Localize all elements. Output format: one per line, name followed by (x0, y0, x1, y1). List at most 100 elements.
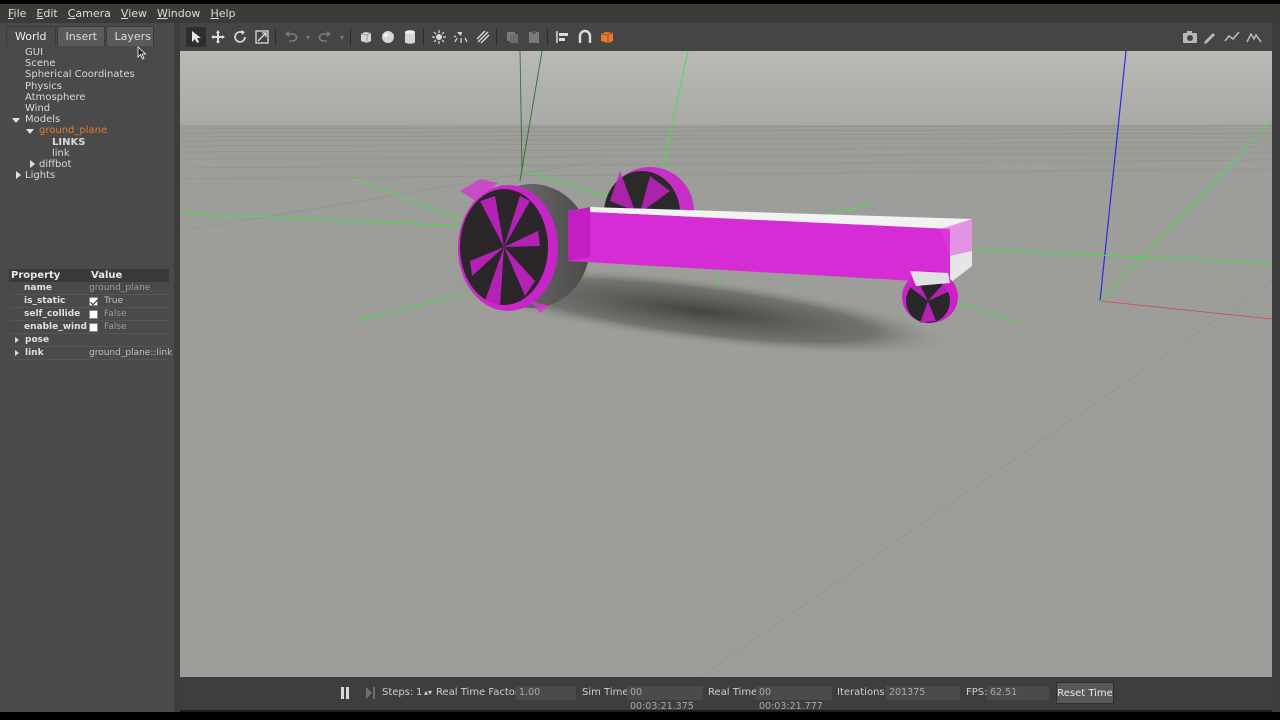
property-value: ground_plane::link (89, 348, 173, 358)
paste-icon[interactable] (524, 27, 544, 47)
redo-icon[interactable] (315, 27, 335, 47)
tree-item-lights[interactable]: Lights (25, 170, 55, 181)
undo-icon[interactable] (281, 27, 301, 47)
undo-history-chevron-icon[interactable]: ▾ (303, 27, 313, 47)
tab-insert[interactable]: Insert (56, 26, 105, 46)
column-value: Value (91, 270, 123, 281)
steps-value[interactable]: 1 (416, 687, 422, 698)
fps-label: FPS: (966, 687, 988, 698)
property-value: True (104, 296, 124, 306)
tree-item-models[interactable]: Models (25, 114, 60, 125)
snap-icon[interactable] (575, 27, 595, 47)
property-key: link (25, 348, 44, 358)
property-row-pose[interactable]: pose (9, 334, 169, 347)
iterations-value: 201375 (886, 686, 960, 700)
tree-item-spherical-coordinates[interactable]: Spherical Coordinates (25, 69, 135, 80)
copy-icon[interactable] (502, 27, 522, 47)
property-value[interactable]: ground_plane (89, 282, 169, 294)
expand-link-icon[interactable] (15, 350, 19, 356)
directional-light-icon[interactable] (473, 27, 493, 47)
caster-wheel (902, 271, 958, 323)
select-mode-icon[interactable] (186, 27, 206, 47)
log-icon[interactable] (1200, 27, 1220, 47)
property-value: False (104, 309, 127, 319)
tree-item-atmosphere[interactable]: Atmosphere (25, 92, 86, 103)
bottom-frame-border (0, 712, 1280, 720)
translate-mode-icon[interactable] (208, 27, 228, 47)
plot-icon[interactable] (1222, 27, 1242, 47)
scene-render (180, 51, 1272, 677)
right-edge-handle (1272, 23, 1280, 712)
menu-file[interactable]: File (3, 7, 31, 20)
sphere-shape-icon[interactable] (378, 27, 398, 47)
redo-history-chevron-icon[interactable]: ▾ (337, 27, 347, 47)
property-key: self_collide (24, 309, 81, 319)
pause-icon[interactable] (340, 687, 350, 702)
tree-item-ground-plane[interactable]: ground_plane (39, 125, 107, 136)
real-time-value: 00 00:03:21.777 (756, 686, 832, 712)
world-tree: GUI Scene Spherical Coordinates Physics … (6, 47, 174, 287)
bottom-toolbar: Steps: 1 ▴▾ Real Time Factor: 1.00 Sim T… (180, 677, 1272, 712)
menu-edit[interactable]: Edit (31, 7, 62, 20)
property-table: Property Value name ground_plane is_stat… (9, 269, 173, 360)
enable-wind-checkbox[interactable] (89, 322, 98, 332)
property-value: False (104, 322, 127, 332)
cylinder-shape-icon[interactable] (400, 27, 420, 47)
expand-pose-icon[interactable] (15, 337, 19, 343)
screenshot-icon[interactable] (1180, 27, 1200, 47)
reset-time-button[interactable]: Reset Time (1056, 682, 1114, 704)
point-light-icon[interactable] (429, 27, 449, 47)
3d-viewport[interactable] (180, 51, 1272, 677)
tree-header-links: LINKS (52, 137, 86, 148)
sim-time-value: 00 00:03:21.375 (627, 686, 703, 712)
mouse-cursor-icon (137, 46, 147, 63)
steps-spin-icon[interactable]: ▴▾ (424, 688, 432, 697)
ground-plane-surface (180, 125, 1272, 677)
left-panel: World Insert Layers GUI Scene Spherical … (0, 23, 178, 712)
property-row-is-static[interactable]: is_static True (9, 295, 169, 308)
tab-world[interactable]: World (6, 26, 56, 46)
expand-ground-plane-icon[interactable] (26, 129, 34, 134)
property-key: name (24, 283, 52, 293)
left-panel-tabs: World Insert Layers (6, 26, 155, 46)
tab-layers[interactable]: Layers (105, 26, 154, 46)
step-icon[interactable] (365, 687, 377, 702)
spot-light-icon[interactable] (451, 27, 471, 47)
property-key: pose (25, 335, 50, 345)
property-key: enable_wind (24, 322, 87, 332)
change-view-icon[interactable] (597, 27, 617, 47)
tree-item-gui[interactable]: GUI (25, 47, 43, 58)
is-static-checkbox[interactable] (89, 296, 98, 306)
expand-diffbot-icon[interactable] (30, 160, 35, 168)
property-row-self-collide[interactable]: self_collide False (9, 308, 169, 321)
fps-value: 62.51 (987, 686, 1049, 700)
steps-label: Steps: (382, 687, 414, 698)
menu-window[interactable]: Window (152, 7, 205, 20)
video-record-icon[interactable] (1244, 27, 1264, 47)
rotate-mode-icon[interactable] (230, 27, 250, 47)
real-time-label: Real Time: (708, 687, 761, 698)
align-icon[interactable] (553, 27, 573, 47)
tree-item-physics[interactable]: Physics (25, 81, 62, 92)
property-row-link[interactable]: link ground_plane::link (9, 347, 173, 360)
menu-view[interactable]: View (116, 7, 152, 20)
menubar: File Edit Camera View Window Help (0, 4, 1280, 23)
toolbar: ▾ ▾ (180, 23, 1272, 51)
self-collide-checkbox[interactable] (89, 309, 98, 319)
tree-item-wind[interactable]: Wind (25, 103, 50, 114)
box-shape-icon[interactable] (356, 27, 376, 47)
expand-lights-icon[interactable] (16, 171, 21, 179)
scale-mode-icon[interactable] (252, 27, 272, 47)
iterations-label: Iterations: (837, 687, 888, 698)
column-property: Property (11, 270, 61, 281)
expand-models-icon[interactable] (12, 118, 20, 123)
sky-background (180, 51, 1272, 129)
property-table-header: Property Value (9, 269, 169, 282)
tree-item-scene[interactable]: Scene (25, 58, 56, 69)
property-row-enable-wind[interactable]: enable_wind False (9, 321, 169, 334)
menu-help[interactable]: Help (205, 7, 240, 20)
menu-camera[interactable]: Camera (63, 7, 116, 20)
property-row-name[interactable]: name ground_plane (9, 282, 169, 295)
tree-item-diffbot[interactable]: diffbot (39, 159, 71, 170)
tree-item-link[interactable]: link (52, 148, 70, 159)
